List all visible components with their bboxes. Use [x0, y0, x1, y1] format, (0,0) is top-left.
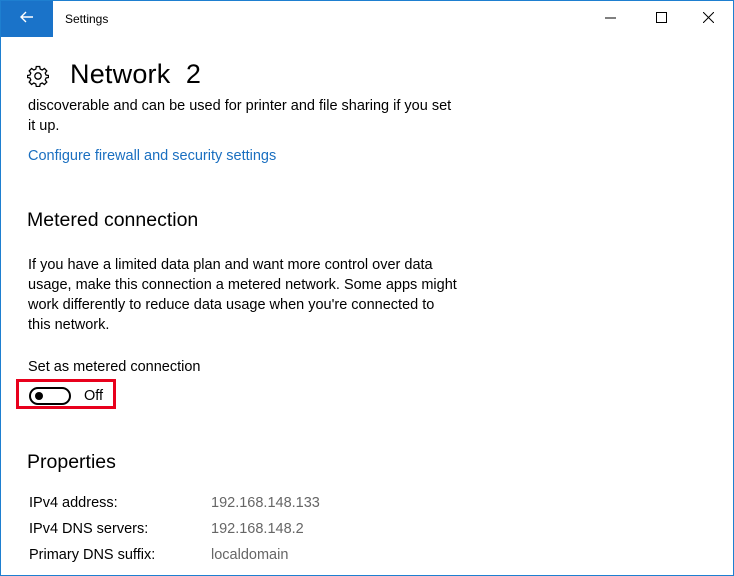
toggle-knob	[35, 392, 43, 400]
minimize-button[interactable]	[587, 1, 633, 37]
back-arrow-icon	[20, 10, 34, 28]
primary-dns-suffix-label: Primary DNS suffix:	[29, 547, 156, 563]
metered-connection-heading: Metered connection	[27, 209, 199, 231]
ipv4-dns-servers-value: 192.168.148.2	[211, 521, 304, 537]
toggle-state-text: Off	[84, 388, 104, 404]
intro-line-1: discoverable and can be used for printer…	[28, 98, 452, 114]
maximize-button[interactable]	[638, 1, 684, 37]
ipv4-dns-servers-label: IPv4 DNS servers:	[29, 521, 149, 537]
window-title: Settings	[65, 12, 109, 26]
title-bar: Settings	[1, 1, 733, 37]
page-header	[26, 61, 50, 95]
close-icon	[702, 10, 714, 28]
properties-heading: Properties	[27, 451, 116, 473]
back-button[interactable]	[1, 1, 53, 37]
metered-description-line: work differently to reduce data usage wh…	[28, 297, 435, 313]
page-title: Network 2	[70, 59, 202, 89]
minimize-icon	[604, 10, 616, 28]
metered-description-line: usage, make this connection a metered ne…	[28, 277, 457, 293]
primary-dns-suffix-value: localdomain	[211, 547, 289, 563]
close-button[interactable]	[685, 1, 731, 37]
metered-description-line: this network.	[28, 317, 110, 333]
metered-toggle-label: Set as metered connection	[28, 359, 201, 375]
metered-description-line: If you have a limited data plan and want…	[28, 257, 433, 273]
ipv4-address-label: IPv4 address:	[29, 495, 118, 511]
configure-firewall-link[interactable]: Configure firewall and security settings	[28, 148, 276, 164]
gear-icon	[26, 65, 50, 92]
settings-window: Settings Network 2 discoverable and can …	[0, 0, 734, 576]
metered-connection-toggle[interactable]	[29, 387, 71, 405]
ipv4-address-value: 192.168.148.133	[211, 495, 320, 511]
maximize-icon	[655, 10, 667, 28]
intro-line-2: it up.	[28, 118, 60, 134]
